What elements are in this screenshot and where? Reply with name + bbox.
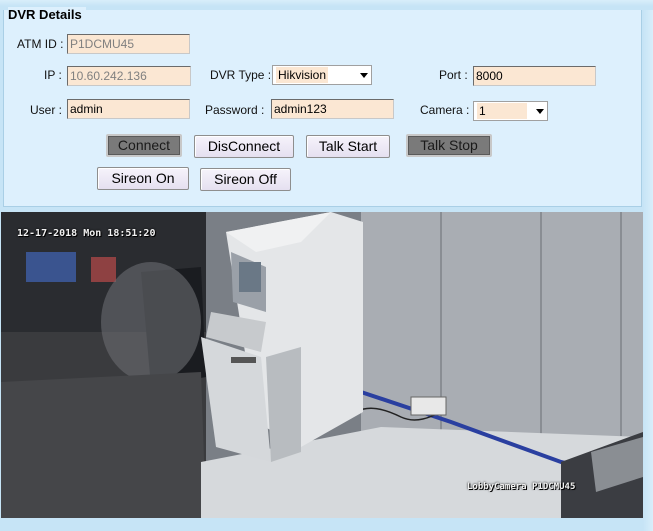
window-right-strip [643, 10, 653, 531]
dvr-type-select[interactable]: Hikvision [272, 65, 372, 85]
user-field[interactable]: admin [67, 99, 190, 119]
ip-field[interactable]: 10.60.242.136 [67, 66, 191, 86]
panel-title: DVR Details [8, 7, 86, 22]
dvr-type-label: DVR Type : [210, 68, 272, 82]
sireon-off-button[interactable]: Sireon Off [200, 168, 291, 191]
dvr-type-value: Hikvision [276, 67, 329, 83]
camera-select[interactable]: 1 [473, 101, 548, 121]
ip-label: IP : [44, 68, 62, 82]
video-camera-name: LobbyCamera P1DCMU45 [467, 482, 576, 492]
camera-value: 1 [477, 103, 527, 119]
window-top-strip [0, 0, 653, 6]
sireon-on-button[interactable]: Sireon On [97, 167, 189, 190]
camera-label: Camera : [420, 103, 470, 117]
atm-id-field[interactable]: P1DCMU45 [67, 34, 190, 54]
password-field[interactable]: admin123 [271, 99, 394, 119]
talk-start-button[interactable]: Talk Start [306, 135, 390, 158]
disconnect-button[interactable]: DisConnect [194, 135, 294, 158]
chevron-down-icon [536, 109, 544, 114]
connect-button[interactable]: Connect [106, 134, 182, 157]
camera-scene [1, 212, 643, 518]
port-label: Port : [439, 68, 468, 82]
talk-stop-button[interactable]: Talk Stop [406, 134, 492, 157]
atm-id-label: ATM ID : [17, 37, 64, 51]
port-field[interactable]: 8000 [473, 66, 596, 86]
chevron-down-icon [360, 73, 368, 78]
camera-video-feed: 12-17-2018 Mon 18:51:20 LobbyCamera P1DC… [1, 212, 643, 518]
password-label: Password : [205, 103, 265, 117]
user-label: User : [30, 103, 63, 117]
video-timestamp: 12-17-2018 Mon 18:51:20 [17, 228, 156, 239]
